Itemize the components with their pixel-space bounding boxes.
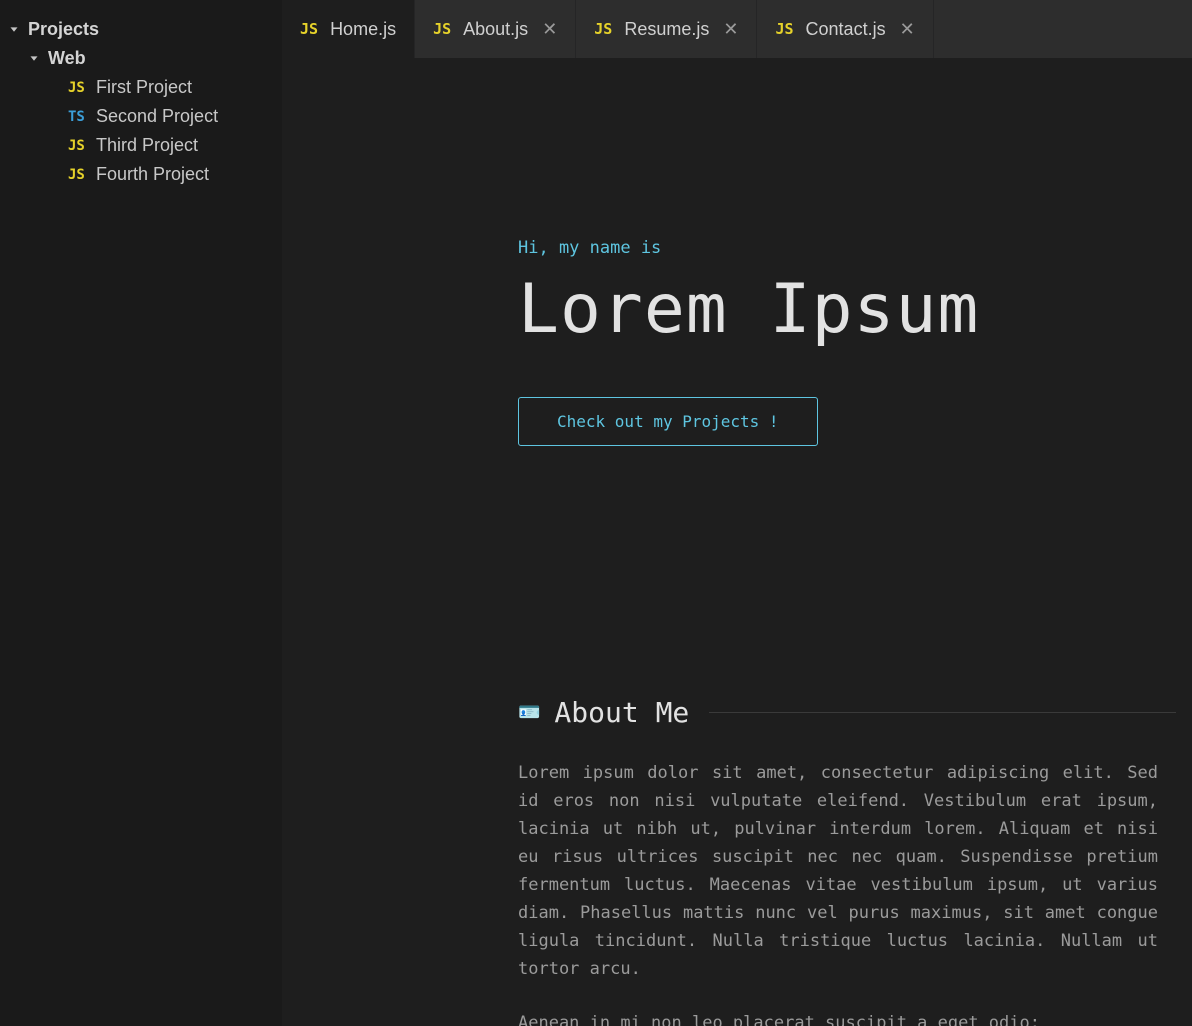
sidebar-file[interactable]: JS Fourth Project	[0, 160, 282, 189]
js-icon: JS	[594, 20, 612, 38]
sidebar-file[interactable]: JS First Project	[0, 73, 282, 102]
about-paragraph: Lorem ipsum dolor sit amet, consectetur …	[518, 759, 1158, 983]
js-icon: JS	[68, 80, 92, 96]
js-icon: JS	[68, 167, 92, 183]
about-paragraph: Aenean in mi non leo placerat suscipit a…	[518, 1009, 1158, 1026]
section-rule	[709, 712, 1176, 713]
sidebar-file[interactable]: TS Second Project	[0, 102, 282, 131]
sidebar-root-projects[interactable]: Projects	[0, 15, 282, 44]
tab-resume[interactable]: JS Resume.js ✕	[576, 0, 757, 58]
sidebar-folder-label: Web	[48, 48, 86, 69]
close-icon[interactable]: ✕	[900, 20, 915, 38]
close-icon[interactable]: ✕	[542, 20, 557, 38]
sidebar-root-label: Projects	[28, 19, 99, 40]
id-card-icon: 🪪	[518, 702, 540, 723]
sidebar-file-label: Third Project	[96, 135, 198, 156]
about-heading: About Me	[554, 696, 689, 729]
tab-contact[interactable]: JS Contact.js ✕	[757, 0, 933, 58]
sidebar-file[interactable]: JS Third Project	[0, 131, 282, 160]
tab-bar: JS Home.js JS About.js ✕ JS Resume.js ✕ …	[282, 0, 1192, 58]
sidebar: Projects Web JS First Project TS Second …	[0, 0, 282, 1026]
tab-label: Contact.js	[806, 19, 886, 40]
sidebar-folder-web[interactable]: Web	[0, 44, 282, 73]
chevron-down-icon	[6, 22, 22, 38]
page-content: Hi, my name is Lorem Ipsum Check out my …	[282, 58, 1192, 1026]
js-icon: JS	[300, 20, 318, 38]
about-section: 🪪 About Me Lorem ipsum dolor sit amet, c…	[518, 696, 1176, 1026]
cta-projects-button[interactable]: Check out my Projects !	[518, 397, 818, 446]
js-icon: JS	[68, 138, 92, 154]
js-icon: JS	[775, 20, 793, 38]
sidebar-file-label: First Project	[96, 77, 192, 98]
sidebar-file-label: Fourth Project	[96, 164, 209, 185]
hero-greeting: Hi, my name is	[518, 238, 1176, 258]
chevron-down-icon	[26, 51, 42, 67]
close-icon[interactable]: ✕	[723, 20, 738, 38]
js-icon: JS	[433, 20, 451, 38]
editor-area: JS Home.js JS About.js ✕ JS Resume.js ✕ …	[282, 0, 1192, 1026]
sidebar-file-label: Second Project	[96, 106, 218, 127]
tab-label: Home.js	[330, 19, 396, 40]
ts-icon: TS	[68, 109, 92, 125]
tab-label: About.js	[463, 19, 528, 40]
tab-home[interactable]: JS Home.js	[282, 0, 415, 58]
tab-label: Resume.js	[624, 19, 709, 40]
hero-name: Lorem Ipsum	[518, 270, 1176, 349]
tab-about[interactable]: JS About.js ✕	[415, 0, 576, 58]
